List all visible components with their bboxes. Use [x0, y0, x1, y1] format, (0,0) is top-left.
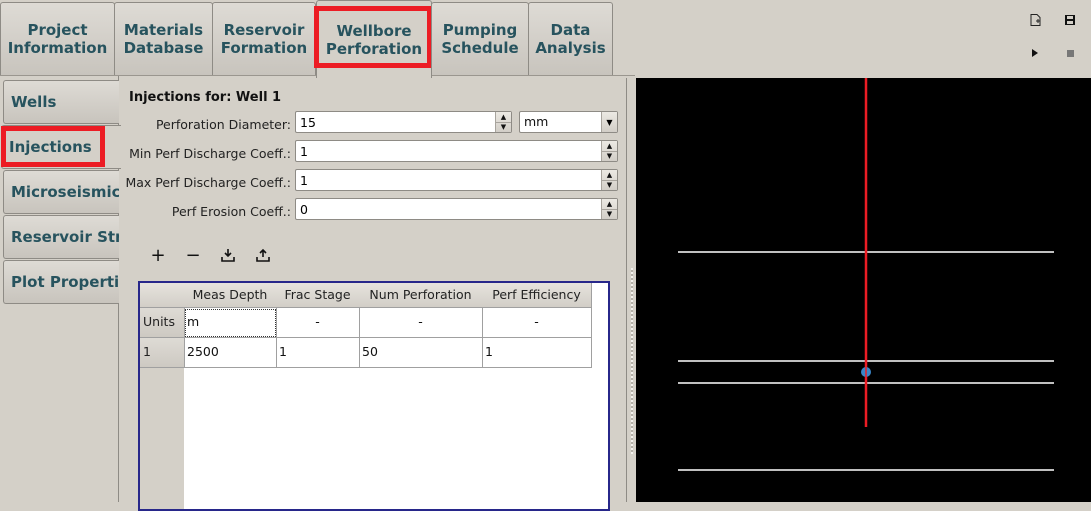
form-title: Injections for: Well 1: [129, 90, 282, 105]
side-tab-label: Microseismic: [11, 183, 119, 201]
remove-row-button[interactable]: −: [183, 244, 203, 266]
tab-label: Wellbore: [336, 21, 412, 40]
spin-up-icon[interactable]: ▲: [496, 112, 511, 122]
export-button[interactable]: [253, 245, 273, 265]
max-perf-discharge-coeff-label: Max Perf Discharge Coeff.:: [125, 175, 291, 190]
tab-data-analysis[interactable]: Data Analysis: [528, 2, 613, 75]
perforation-diameter-spinbox[interactable]: ▲▼: [295, 111, 512, 133]
side-tab-reservoir-stress[interactable]: Reservoir Stre: [3, 215, 119, 259]
perforation-diameter-label: Perforation Diameter:: [155, 117, 291, 132]
tab-label: Information: [7, 39, 108, 57]
perf-erosion-coeff-input[interactable]: [296, 199, 601, 219]
tab-label: Database: [123, 39, 204, 57]
side-tab-label: Plot Propertie: [11, 273, 119, 291]
tab-label: Formation: [220, 39, 308, 57]
side-tab-plot-properties[interactable]: Plot Propertie: [3, 260, 119, 304]
stop-icon[interactable]: [1063, 46, 1077, 60]
max-perf-discharge-coeff-input[interactable]: [296, 170, 601, 190]
wellbore-plot[interactable]: [636, 78, 1091, 502]
row-header-1[interactable]: 1: [140, 338, 185, 368]
side-tab-label: Reservoir Stre: [11, 228, 119, 246]
spin-up-icon[interactable]: ▲: [602, 199, 617, 209]
import-icon: [221, 249, 235, 262]
min-perf-discharge-coeff-spinbox[interactable]: ▲▼: [295, 140, 618, 162]
table-cell[interactable]: 50: [359, 338, 483, 368]
spin-down-icon[interactable]: ▼: [602, 179, 617, 191]
perf-erosion-coeff-spinbox[interactable]: ▲▼: [295, 198, 618, 220]
tab-pumping-schedule[interactable]: Pumping Schedule: [431, 2, 529, 75]
column-header-perf-efficiency[interactable]: Perf Efficiency: [482, 283, 592, 308]
diameter-unit-select[interactable]: mm ▼: [519, 111, 618, 133]
tab-label: Data: [550, 21, 591, 39]
tab-reservoir-formation[interactable]: Reservoir Formation: [212, 2, 316, 75]
table-cell[interactable]: 1: [276, 338, 360, 368]
table-cell[interactable]: m: [184, 308, 277, 338]
spin-down-icon[interactable]: ▼: [496, 121, 511, 133]
diameter-unit-value: mm: [524, 114, 549, 129]
side-tab-label: Wells: [11, 93, 57, 111]
spin-down-icon[interactable]: ▼: [602, 208, 617, 220]
splitter-grip[interactable]: [631, 268, 633, 454]
min-perf-discharge-coeff-input[interactable]: [296, 141, 601, 161]
import-button[interactable]: [218, 245, 238, 265]
spin-down-icon[interactable]: ▼: [602, 150, 617, 162]
tab-project-information[interactable]: Project Information: [0, 2, 115, 75]
tab-label: Project: [27, 21, 88, 39]
tab-wellbore-perforation[interactable]: Wellbore Perforation: [316, 0, 432, 78]
side-tab-injections[interactable]: Injections: [1, 125, 121, 169]
injections-table[interactable]: Meas Depth Frac Stage Num Perforation Pe…: [138, 281, 610, 511]
export-icon: [256, 248, 270, 262]
chevron-down-icon[interactable]: ▼: [601, 112, 617, 132]
max-perf-discharge-coeff-spinbox[interactable]: ▲▼: [295, 169, 618, 191]
table-cell[interactable]: 2500: [184, 338, 277, 368]
new-document-icon[interactable]: [1028, 13, 1042, 27]
add-row-button[interactable]: +: [148, 244, 168, 266]
perforation-diameter-input[interactable]: [296, 112, 495, 132]
run-icon[interactable]: [1028, 46, 1042, 60]
column-header-num-perforation[interactable]: Num Perforation: [359, 283, 483, 308]
table-cell[interactable]: -: [276, 308, 360, 338]
minus-icon: −: [185, 244, 201, 266]
tab-label: Materials: [123, 21, 204, 39]
tab-label: Analysis: [535, 39, 606, 57]
tab-label: Pumping: [442, 21, 518, 39]
min-perf-discharge-coeff-label: Min Perf Discharge Coeff.:: [129, 146, 291, 161]
wellbore-plot-canvas: [678, 78, 1054, 471]
table-cell[interactable]: -: [359, 308, 483, 338]
tab-label: Perforation: [325, 39, 423, 58]
column-header-meas-depth[interactable]: Meas Depth: [184, 283, 277, 308]
table-cell[interactable]: -: [482, 308, 592, 338]
tab-label: Schedule: [441, 39, 519, 57]
plus-icon: +: [150, 244, 166, 266]
side-tab-microseismic[interactable]: Microseismic: [3, 170, 119, 214]
row-header-units[interactable]: Units: [140, 308, 185, 338]
tab-materials-database[interactable]: Materials Database: [114, 2, 213, 75]
spin-up-icon[interactable]: ▲: [602, 170, 617, 180]
side-tab-wells[interactable]: Wells: [3, 80, 119, 124]
column-header-frac-stage[interactable]: Frac Stage: [276, 283, 360, 308]
side-tab-label: Injections: [9, 138, 92, 156]
perf-erosion-coeff-label: Perf Erosion Coeff.:: [171, 204, 291, 219]
corner-header[interactable]: [140, 283, 185, 308]
panel-splitter[interactable]: [626, 78, 636, 502]
table-cell[interactable]: 1: [482, 338, 592, 368]
save-icon[interactable]: [1063, 13, 1077, 27]
tab-label: Reservoir: [223, 21, 305, 39]
spin-up-icon[interactable]: ▲: [602, 141, 617, 151]
